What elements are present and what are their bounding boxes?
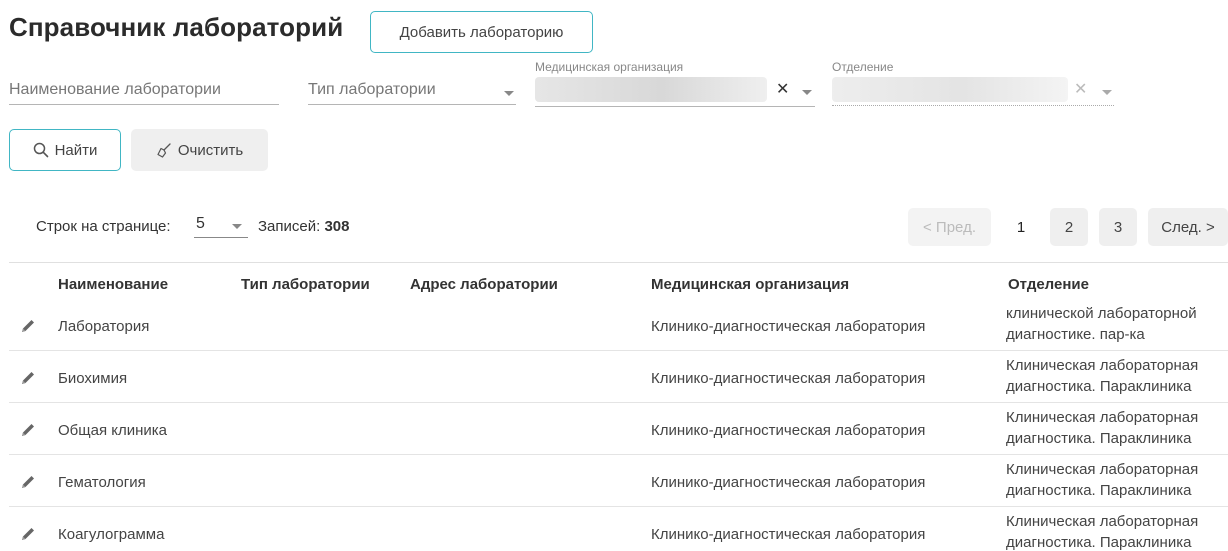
cell-department: Клиническая лабораторная диагностика. Пар… (1006, 355, 1198, 397)
pencil-icon[interactable] (19, 317, 37, 335)
cell-name: Биохимия (58, 370, 128, 387)
find-button-label: Найти (54, 141, 98, 159)
page-button-3[interactable]: 3 (1099, 208, 1137, 246)
clear-button[interactable]: Очистить (131, 129, 268, 171)
records-label: Записей: (258, 218, 321, 235)
column-header-department: Отделение (1008, 276, 1089, 293)
cell-department-line2: диагностика. Параклиника (1006, 430, 1192, 447)
chevron-down-icon[interactable] (1102, 90, 1112, 95)
chevron-down-icon[interactable] (802, 90, 812, 95)
cell-name: Лаборатория (58, 318, 150, 335)
chevron-down-icon[interactable] (232, 224, 242, 229)
cell-department-line1: Клиническая лабораторная (1006, 357, 1199, 374)
clear-icon[interactable]: ✕ (1074, 82, 1087, 98)
pencil-icon[interactable] (19, 473, 37, 491)
pencil-icon[interactable] (19, 369, 37, 387)
rows-per-page-label: Строк на странице: (36, 218, 171, 235)
cell-name: Гематология (58, 474, 146, 491)
lab-name-field[interactable]: Наименование лаборатории (9, 72, 279, 106)
clear-icon[interactable]: ✕ (776, 82, 789, 98)
prev-page-button[interactable]: < Пред. (908, 208, 991, 246)
cell-org: Клинико-диагностическая лаборатория (651, 422, 926, 439)
table-row[interactable]: Биохимия Клинико-диагностическая лаборато… (9, 351, 1228, 403)
column-header-name: Наименование (58, 276, 169, 293)
table-row[interactable]: Общая клиника Клинико-диагностическая лаб… (9, 403, 1228, 455)
cell-org: Клинико-диагностическая лаборатория (651, 474, 926, 491)
lab-name-underline (9, 104, 279, 105)
pencil-icon[interactable] (19, 421, 37, 439)
department-select[interactable]: Отделение ✕ (832, 60, 1114, 108)
cell-department-line1: Клиническая лабораторная (1006, 461, 1199, 478)
cell-department: клинической лабораторной диагностике. пар… (1006, 303, 1197, 345)
department-value-redacted (832, 77, 1068, 102)
lab-type-placeholder: Тип лаборатории (308, 81, 436, 98)
lab-type-underline (308, 104, 516, 105)
page-button-1[interactable]: 1 (1003, 208, 1039, 246)
rows-per-page-value: 5 (196, 215, 205, 232)
column-header-address: Адрес лаборатории (410, 276, 558, 293)
cell-department: Клиническая лабораторная диагностика. Пар… (1006, 407, 1198, 449)
cell-department-line1: Клиническая лабораторная (1006, 409, 1199, 426)
cell-name: Общая клиника (58, 422, 167, 439)
table-row[interactable]: Гематология Клинико-диагностическая лабор… (9, 455, 1228, 507)
find-button[interactable]: Найти (9, 129, 121, 171)
cell-name: Коагулограмма (58, 526, 165, 543)
rows-per-page-select[interactable]: 5 (194, 214, 248, 238)
cell-department-line1: клинической лабораторной (1006, 305, 1197, 322)
cell-department-line2: диагностика. Параклиника (1006, 482, 1192, 499)
cell-org: Клинико-диагностическая лаборатория (651, 318, 926, 335)
table-top-divider (9, 262, 1228, 263)
table-row[interactable]: Коагулограмма Клинико-диагностическая лаб… (9, 507, 1228, 551)
chevron-down-icon[interactable] (504, 91, 514, 96)
cell-org: Клинико-диагностическая лаборатория (651, 526, 926, 543)
pencil-icon[interactable] (19, 525, 37, 543)
cell-department-line2: диагностика. Параклиника (1006, 378, 1192, 395)
cell-department: Клиническая лабораторная диагностика. Пар… (1006, 511, 1198, 551)
column-header-type: Тип лаборатории (241, 276, 370, 293)
page-button-2[interactable]: 2 (1050, 208, 1088, 246)
search-icon (33, 142, 48, 158)
rows-per-page-underline (194, 237, 248, 238)
cell-org: Клинико-диагностическая лаборатория (651, 370, 926, 387)
clear-button-label: Очистить (177, 141, 244, 159)
cell-department-line2: диагностике. пар-ка (1006, 326, 1145, 343)
records-value: 308 (324, 218, 350, 235)
cell-department: Клиническая лабораторная диагностика. Пар… (1006, 459, 1198, 501)
add-laboratory-button[interactable]: Добавить лабораторию (370, 11, 593, 53)
med-org-value-redacted (535, 77, 767, 102)
cell-department-line2: диагностика. Параклиника (1006, 534, 1192, 551)
records-count: Записей: 308 (258, 218, 350, 235)
lab-name-placeholder: Наименование лаборатории (9, 81, 221, 98)
lab-type-select[interactable]: Тип лаборатории (308, 72, 516, 106)
department-underline (832, 105, 1114, 106)
department-label: Отделение (832, 60, 894, 74)
next-page-button[interactable]: След. > (1148, 208, 1228, 246)
cell-department-line1: Клиническая лабораторная (1006, 513, 1199, 530)
column-header-org: Медицинская организация (651, 276, 850, 293)
med-org-underline (535, 106, 815, 107)
table-row[interactable]: Лаборатория Клинико-диагностическая лабор… (9, 299, 1228, 351)
page-title: Справочник лабораторий (9, 12, 344, 42)
med-org-label: Медицинская организация (535, 60, 684, 74)
med-org-select[interactable]: Медицинская организация ✕ (535, 60, 815, 108)
broom-icon (157, 143, 171, 158)
